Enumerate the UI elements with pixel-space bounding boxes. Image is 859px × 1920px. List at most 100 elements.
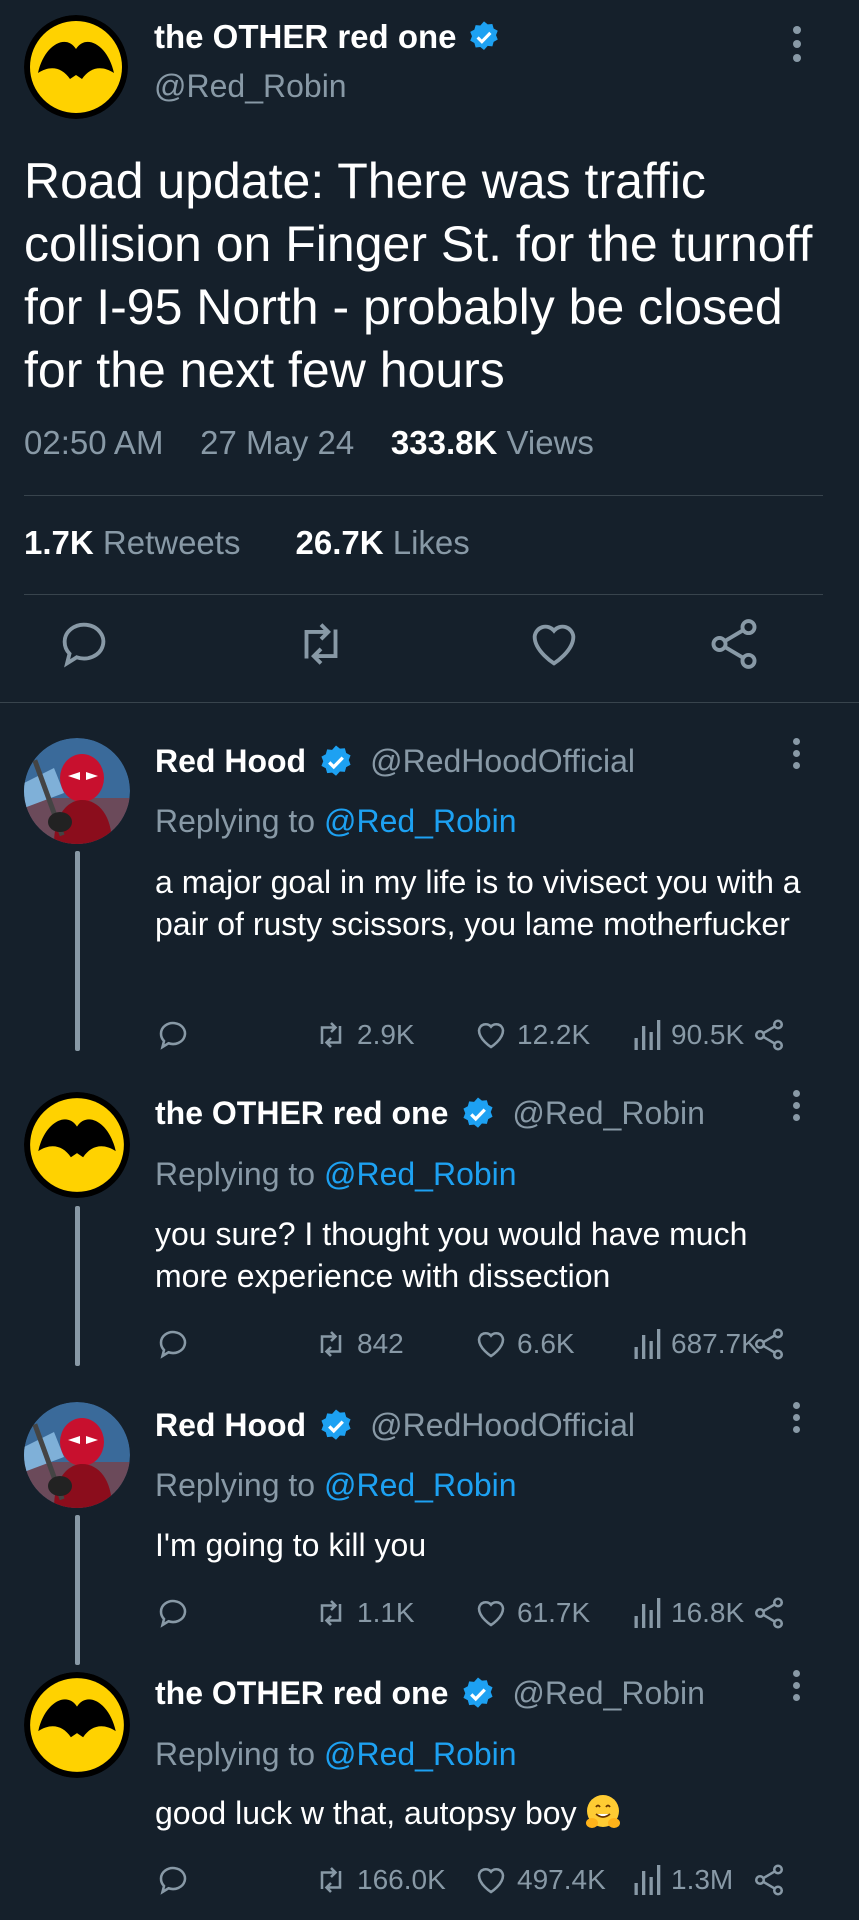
reply-text: good luck w that, autopsy boy (155, 1795, 577, 1831)
reply-icon[interactable] (155, 1862, 191, 1898)
like-count: 6.6K (517, 1328, 575, 1359)
likes-label[interactable]: Likes (393, 524, 470, 561)
share-icon[interactable] (751, 1017, 787, 1053)
reply-text-wrap: good luck w that, autopsy boy (155, 1792, 815, 1834)
more-icon[interactable] (793, 1402, 803, 1438)
reply-text: I'm going to kill you (155, 1527, 427, 1563)
reply-author-name[interactable]: the OTHER red one (155, 1675, 448, 1712)
views-button[interactable]: 687.7K (633, 1326, 760, 1362)
like-count: 497.4K (517, 1864, 606, 1895)
retweets-count[interactable]: 1.7K (24, 524, 94, 561)
replying-to-link[interactable]: @Red_Robin (324, 1156, 517, 1192)
reply-icon[interactable] (155, 1017, 191, 1053)
views-button[interactable]: 16.8K (633, 1595, 744, 1631)
more-icon[interactable] (793, 26, 803, 68)
robin-avatar[interactable] (24, 15, 128, 119)
retweet-button[interactable]: 1.1K (313, 1595, 415, 1631)
red-hood-avatar[interactable] (24, 738, 130, 844)
retweet-icon (320, 1867, 342, 1893)
replying-prefix: Replying to (155, 803, 316, 839)
reply-author-handle[interactable]: @Red_Robin (512, 1095, 705, 1132)
replying-prefix: Replying to (155, 1156, 316, 1192)
more-icon[interactable] (793, 1670, 803, 1706)
retweet-count: 2.9K (357, 1019, 415, 1050)
retweet-count: 842 (357, 1328, 404, 1359)
reply-author-name[interactable]: Red Hood (155, 743, 306, 780)
retweet-button[interactable]: 2.9K (313, 1017, 415, 1053)
retweet-button[interactable]: 166.0K (313, 1862, 446, 1898)
retweet-icon (320, 1600, 342, 1626)
verified-icon (460, 1096, 496, 1132)
main-author-name[interactable]: the OTHER red one (154, 18, 457, 56)
main-action-bar (0, 615, 859, 685)
replying-to: Replying to @Red_Robin (155, 803, 517, 840)
share-icon[interactable] (705, 615, 763, 673)
retweets-label[interactable]: Retweets (103, 524, 241, 561)
replying-to: Replying to @Red_Robin (155, 1736, 517, 1773)
views-icon (634, 1865, 661, 1895)
share-icon[interactable] (751, 1862, 787, 1898)
robin-avatar[interactable] (24, 1672, 130, 1778)
reply-icon[interactable] (155, 1595, 191, 1631)
views-icon (634, 1329, 661, 1359)
tweet-thread-page: the OTHER red one @Red_Robin Road update… (0, 0, 859, 1920)
like-count: 12.2K (517, 1019, 591, 1050)
views-count: 687.7K (671, 1328, 760, 1359)
reply-action-bar: 2.9K 12.2K 90.5K (155, 1017, 795, 1061)
views-count[interactable]: 333.8K (391, 424, 497, 461)
like-button[interactable]: 61.7K (473, 1595, 590, 1631)
reply-icon[interactable] (155, 1326, 191, 1362)
reply-icon[interactable] (55, 615, 113, 673)
views-count: 90.5K (671, 1019, 745, 1050)
reply-author-handle[interactable]: @RedHoodOfficial (370, 743, 635, 780)
divider (0, 702, 859, 703)
reply-author-name[interactable]: Red Hood (155, 1407, 306, 1444)
reply-tweet[interactable]: the OTHER red one @Red_Robin Replying to… (0, 1088, 859, 1373)
views-button[interactable]: 90.5K (633, 1017, 744, 1053)
tweet-meta: 02:50 AM 27 May 24 333.8K Views (24, 424, 594, 462)
reply-action-bar: 166.0K 497.4K 1.3M (155, 1862, 795, 1906)
retweet-button[interactable]: 842 (313, 1326, 404, 1362)
likes-count[interactable]: 26.7K (295, 524, 383, 561)
hugging-face-emoji (583, 1792, 623, 1832)
replying-to: Replying to @Red_Robin (155, 1156, 517, 1193)
replying-to-link[interactable]: @Red_Robin (324, 1467, 517, 1503)
main-author-handle[interactable]: @Red_Robin (154, 68, 501, 105)
thread-line (75, 1515, 80, 1665)
like-button[interactable]: 12.2K (473, 1017, 590, 1053)
replying-to-link[interactable]: @Red_Robin (324, 1736, 517, 1772)
like-button[interactable]: 6.6K (473, 1326, 575, 1362)
like-icon[interactable] (525, 615, 583, 673)
reply-action-bar: 842 6.6K 687.7K (155, 1326, 795, 1370)
views-icon (634, 1598, 661, 1628)
like-button[interactable]: 497.4K (473, 1862, 606, 1898)
views-count: 16.8K (671, 1597, 745, 1628)
replying-prefix: Replying to (155, 1467, 316, 1503)
reply-text: you sure? I thought you would have much … (155, 1216, 748, 1294)
reply-tweet[interactable]: Red Hood @RedHoodOfficial Replying to @R… (0, 735, 859, 1065)
share-icon[interactable] (751, 1595, 787, 1631)
views-count: 1.3M (671, 1864, 734, 1895)
views-label: Views (506, 424, 594, 461)
red-hood-avatar[interactable] (24, 1402, 130, 1508)
retweet-icon[interactable] (292, 615, 350, 673)
retweet-icon (320, 1331, 342, 1357)
more-icon[interactable] (793, 738, 803, 774)
retweet-icon (320, 1022, 342, 1048)
like-icon (477, 1600, 505, 1627)
views-button[interactable]: 1.3M (633, 1862, 733, 1898)
share-icon[interactable] (751, 1326, 787, 1362)
divider (24, 594, 823, 595)
reply-author-name[interactable]: the OTHER red one (155, 1095, 448, 1132)
replying-to-link[interactable]: @Red_Robin (324, 803, 517, 839)
reply-tweet[interactable]: the OTHER red one @Red_Robin Replying to… (0, 1668, 859, 1920)
reply-author-handle[interactable]: @RedHoodOfficial (370, 1407, 635, 1444)
robin-avatar[interactable] (24, 1092, 130, 1198)
reply-author-handle[interactable]: @Red_Robin (512, 1675, 705, 1712)
engagement-stats: 1.7K Retweets 26.7K Likes (24, 524, 470, 562)
views-icon (634, 1020, 661, 1050)
verified-icon (318, 744, 354, 780)
reply-action-bar: 1.1K 61.7K 16.8K (155, 1595, 795, 1639)
reply-tweet[interactable]: Red Hood @RedHoodOfficial Replying to @R… (0, 1399, 859, 1665)
more-icon[interactable] (793, 1090, 803, 1126)
